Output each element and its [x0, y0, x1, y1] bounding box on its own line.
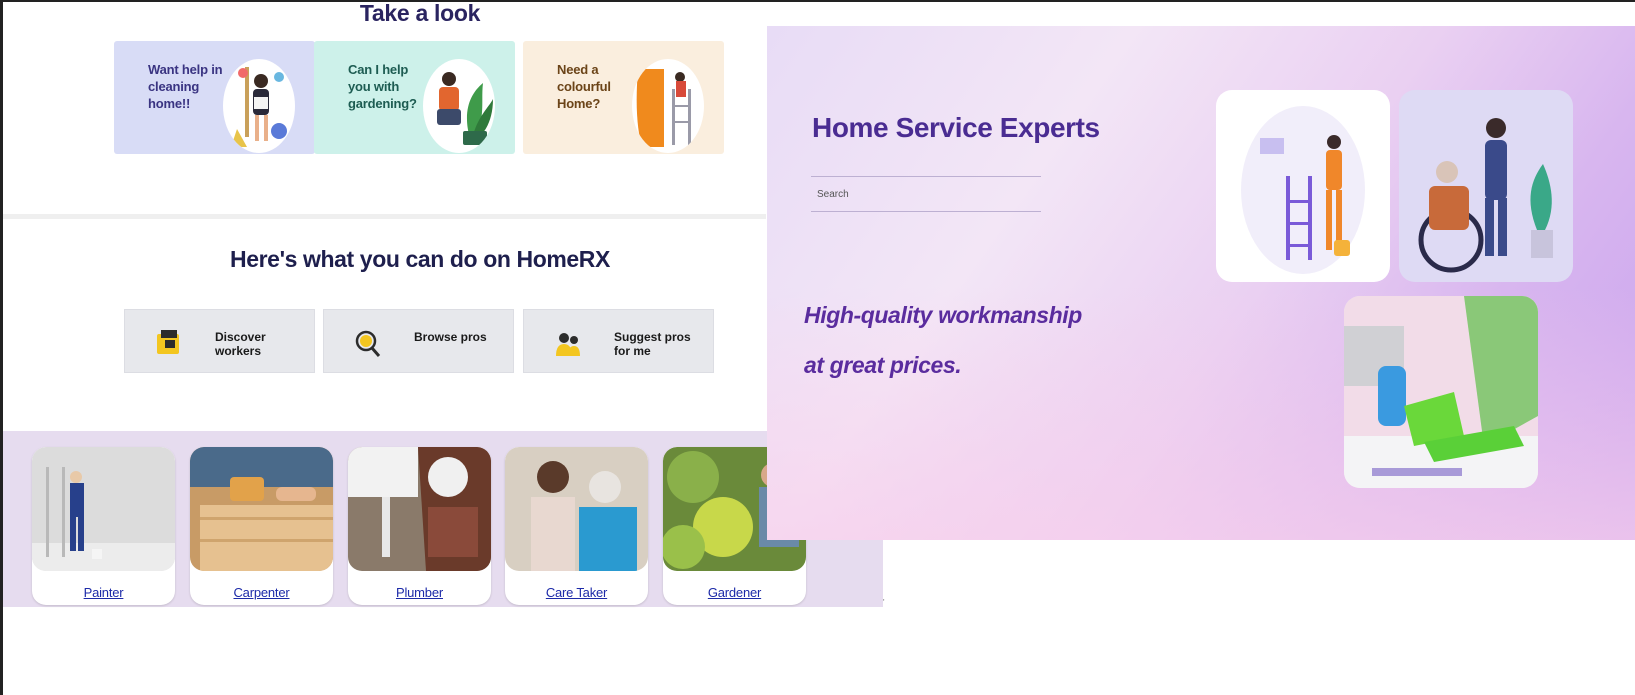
worker-card-plumber[interactable]: Plumber: [348, 447, 491, 605]
search-box[interactable]: [811, 176, 1041, 212]
take-a-look-title: Take a look: [359, 0, 481, 26]
folder-icon: [155, 328, 183, 358]
worker-card-carpenter[interactable]: Carpenter: [190, 447, 333, 605]
worker-link-care-taker[interactable]: Care Taker: [505, 585, 648, 600]
discover-workers-label: Discover workers: [215, 330, 266, 358]
gardening-promo-card[interactable]: Can I help you with gardening?: [314, 41, 515, 154]
cleaning-promo-card[interactable]: Want help in cleaning home!!: [114, 41, 315, 154]
worker-link-plumber[interactable]: Plumber: [348, 585, 491, 600]
cleaning-promo-text: Want help in cleaning home!!: [148, 62, 223, 111]
people-icon: [554, 328, 582, 358]
magnifier-icon: [354, 328, 382, 358]
carpenter-photo: [190, 447, 333, 571]
section-divider: [3, 214, 766, 219]
worker-link-painter[interactable]: Painter: [32, 585, 175, 600]
discover-workers-button[interactable]: Discover workers: [124, 309, 315, 373]
worker-link-gardener[interactable]: Gardener: [663, 585, 806, 600]
painting-promo-text: Need a colourful Home?: [557, 62, 611, 111]
cleaning-illustration: [223, 59, 295, 153]
homerx-title: Here's what you can do on HomeRX: [230, 246, 610, 272]
suggest-pros-label: Suggest pros for me: [614, 330, 691, 358]
hero-tagline-line1: High-quality workmanship: [804, 302, 1082, 328]
search-input[interactable]: [817, 185, 1027, 203]
hero-tagline-line2: at great prices.: [804, 352, 962, 378]
window-top-border: [0, 0, 1635, 2]
worker-link-carpenter[interactable]: Carpenter: [190, 585, 333, 600]
worker-card-care-taker[interactable]: Care Taker: [505, 447, 648, 605]
hero-banner: Home Service Experts High-quality workma…: [767, 26, 1635, 540]
gardening-promo-text: Can I help you with gardening?: [348, 62, 417, 111]
painter-photo: [32, 447, 175, 571]
browse-pros-label: Browse pros: [414, 330, 487, 344]
gardening-illustration: [423, 59, 495, 153]
care-taker-photo: [505, 447, 648, 571]
caregiver-illustration-card: [1399, 90, 1573, 282]
suggest-pros-button[interactable]: Suggest pros for me: [523, 309, 714, 373]
worker-card-painter[interactable]: Painter: [32, 447, 175, 605]
painting-promo-card[interactable]: Need a colourful Home?: [523, 41, 724, 154]
painter-illustration-card: [1216, 90, 1390, 282]
hero-tagline: High-quality workmanship at great prices…: [804, 290, 1082, 390]
painting-illustration: [632, 59, 704, 153]
cleaning-photo-card: [1344, 296, 1538, 488]
hero-title: Home Service Experts: [812, 112, 1100, 143]
plumber-photo: [348, 447, 491, 571]
browse-pros-button[interactable]: Browse pros: [323, 309, 514, 373]
stray-mark: ': [883, 598, 885, 607]
